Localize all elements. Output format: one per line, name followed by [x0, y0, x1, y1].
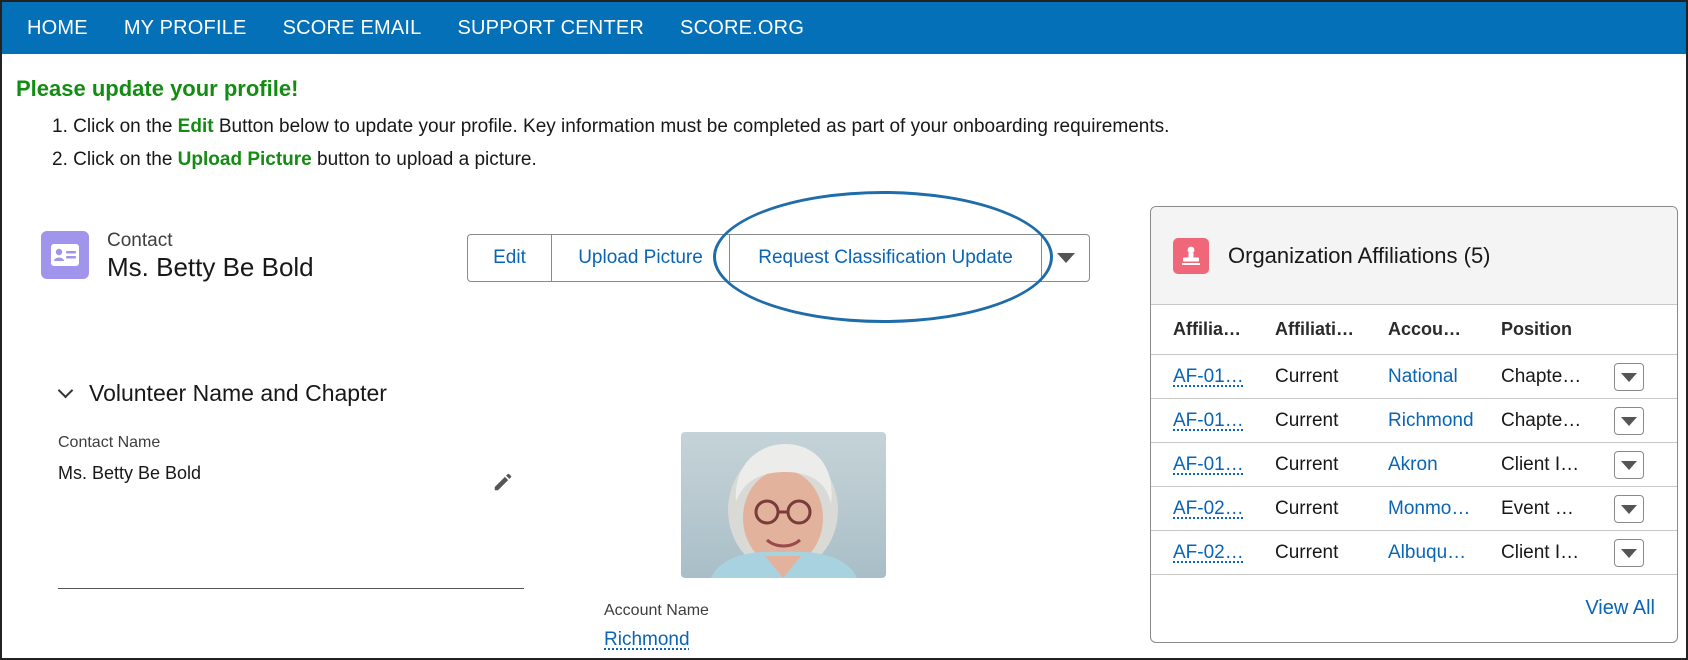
- affiliation-id-link[interactable]: AF-01…: [1173, 366, 1244, 388]
- instruction-step-2: 2. Click on the Upload Picture button to…: [52, 143, 1169, 176]
- record-action-buttons: Edit Upload Picture Request Classificati…: [467, 234, 1090, 282]
- column-header-affiliation[interactable]: Affilia…: [1173, 319, 1241, 340]
- account-link[interactable]: National: [1388, 366, 1458, 388]
- nav-support-center[interactable]: SUPPORT CENTER: [458, 17, 645, 40]
- affiliation-status: Current: [1275, 454, 1339, 475]
- chevron-down-icon: [57, 382, 74, 399]
- nav-my-profile[interactable]: MY PROFILE: [124, 17, 247, 40]
- upload-picture-button[interactable]: Upload Picture: [552, 235, 730, 281]
- top-nav: HOME MY PROFILE SCORE EMAIL SUPPORT CENT…: [2, 2, 1686, 54]
- account-name-label: Account Name: [604, 602, 709, 619]
- request-classification-update-button[interactable]: Request Classification Update: [730, 235, 1042, 281]
- card-title[interactable]: Organization Affiliations (5): [1228, 243, 1491, 269]
- section-title: Volunteer Name and Chapter: [89, 380, 387, 406]
- row-actions-button[interactable]: [1614, 495, 1644, 523]
- more-actions-button[interactable]: [1042, 235, 1089, 281]
- row-actions-button[interactable]: [1614, 407, 1644, 435]
- affiliation-stamp-icon: [1173, 238, 1209, 274]
- affiliation-id-link[interactable]: AF-02…: [1173, 498, 1244, 520]
- table-row: AF-01… Current Richmond Chapte…: [1151, 399, 1677, 443]
- affiliation-status: Current: [1275, 542, 1339, 563]
- chevron-down-icon: [1621, 372, 1637, 382]
- step2-prefix: 2. Click on the: [52, 149, 178, 170]
- instruction-step-1: 1. Click on the Edit Button below to upd…: [52, 110, 1169, 143]
- record-title: Ms. Betty Be Bold: [107, 252, 314, 282]
- affiliation-id-link[interactable]: AF-01…: [1173, 454, 1244, 476]
- table-row: AF-01… Current Akron Client I…: [1151, 443, 1677, 487]
- table-row: AF-01… Current National Chapte…: [1151, 355, 1677, 399]
- table-row: AF-02… Current Albuqu… Client I…: [1151, 531, 1677, 575]
- table-header: Affilia… Affiliati… Accou… Position: [1151, 305, 1677, 355]
- affiliation-status: Current: [1275, 366, 1339, 387]
- view-all-link[interactable]: View All: [1585, 597, 1655, 620]
- table-row: AF-02… Current Monmo… Event …: [1151, 487, 1677, 531]
- nav-score-email[interactable]: SCORE EMAIL: [283, 17, 422, 40]
- column-header-position[interactable]: Position: [1501, 319, 1572, 340]
- card-header: Organization Affiliations (5): [1151, 207, 1677, 305]
- contact-card-icon: [41, 231, 89, 279]
- affiliation-status: Current: [1275, 410, 1339, 431]
- position-text: Client I…: [1501, 542, 1580, 563]
- organization-affiliations-card: Organization Affiliations (5) Affilia… A…: [1150, 206, 1678, 643]
- account-link[interactable]: Monmo…: [1388, 498, 1470, 520]
- account-name-link[interactable]: Richmond: [604, 629, 690, 651]
- step2-highlight: Upload Picture: [177, 149, 312, 170]
- edit-button[interactable]: Edit: [468, 235, 552, 281]
- app-frame: HOME MY PROFILE SCORE EMAIL SUPPORT CENT…: [0, 0, 1688, 660]
- position-text: Chapte…: [1501, 410, 1582, 431]
- pencil-edit-icon[interactable]: [492, 471, 514, 493]
- account-link[interactable]: Akron: [1388, 454, 1438, 476]
- section-toggle-volunteer[interactable]: Volunteer Name and Chapter: [56, 380, 387, 407]
- column-header-affiliation-status[interactable]: Affiliati…: [1275, 319, 1354, 340]
- profile-photo: [681, 432, 886, 578]
- position-text: Event …: [1501, 498, 1574, 519]
- step2-suffix: button to upload a picture.: [311, 149, 537, 170]
- step1-suffix: Button below to update your profile. Key…: [213, 116, 1170, 137]
- step1-highlight: Edit: [177, 116, 214, 137]
- field-divider: [58, 588, 524, 589]
- affiliations-table: Affilia… Affiliati… Accou… Position AF-0…: [1151, 305, 1677, 575]
- account-link[interactable]: Albuqu…: [1388, 542, 1466, 564]
- update-profile-headline: Please update your profile!: [16, 76, 299, 101]
- column-header-account[interactable]: Accou…: [1388, 319, 1461, 340]
- nav-home[interactable]: HOME: [27, 17, 88, 40]
- affiliation-id-link[interactable]: AF-01…: [1173, 410, 1244, 432]
- chevron-down-icon: [1056, 253, 1075, 263]
- row-actions-button[interactable]: [1614, 363, 1644, 391]
- affiliation-status: Current: [1275, 498, 1339, 519]
- chevron-down-icon: [1621, 460, 1637, 470]
- position-text: Chapte…: [1501, 366, 1582, 387]
- affiliation-id-link[interactable]: AF-02…: [1173, 542, 1244, 564]
- instruction-steps: 1. Click on the Edit Button below to upd…: [52, 110, 1169, 176]
- chevron-down-icon: [1621, 504, 1637, 514]
- contact-name-value: Ms. Betty Be Bold: [58, 463, 202, 483]
- contact-name-label: Contact Name: [58, 434, 161, 451]
- position-text: Client I…: [1501, 454, 1580, 475]
- nav-score-org[interactable]: SCORE.ORG: [680, 17, 804, 40]
- row-actions-button[interactable]: [1614, 539, 1644, 567]
- account-link[interactable]: Richmond: [1388, 410, 1474, 432]
- record-type-label: Contact: [107, 230, 173, 251]
- chevron-down-icon: [1621, 548, 1637, 558]
- row-actions-button[interactable]: [1614, 451, 1644, 479]
- step1-prefix: 1. Click on the: [52, 116, 178, 137]
- chevron-down-icon: [1621, 416, 1637, 426]
